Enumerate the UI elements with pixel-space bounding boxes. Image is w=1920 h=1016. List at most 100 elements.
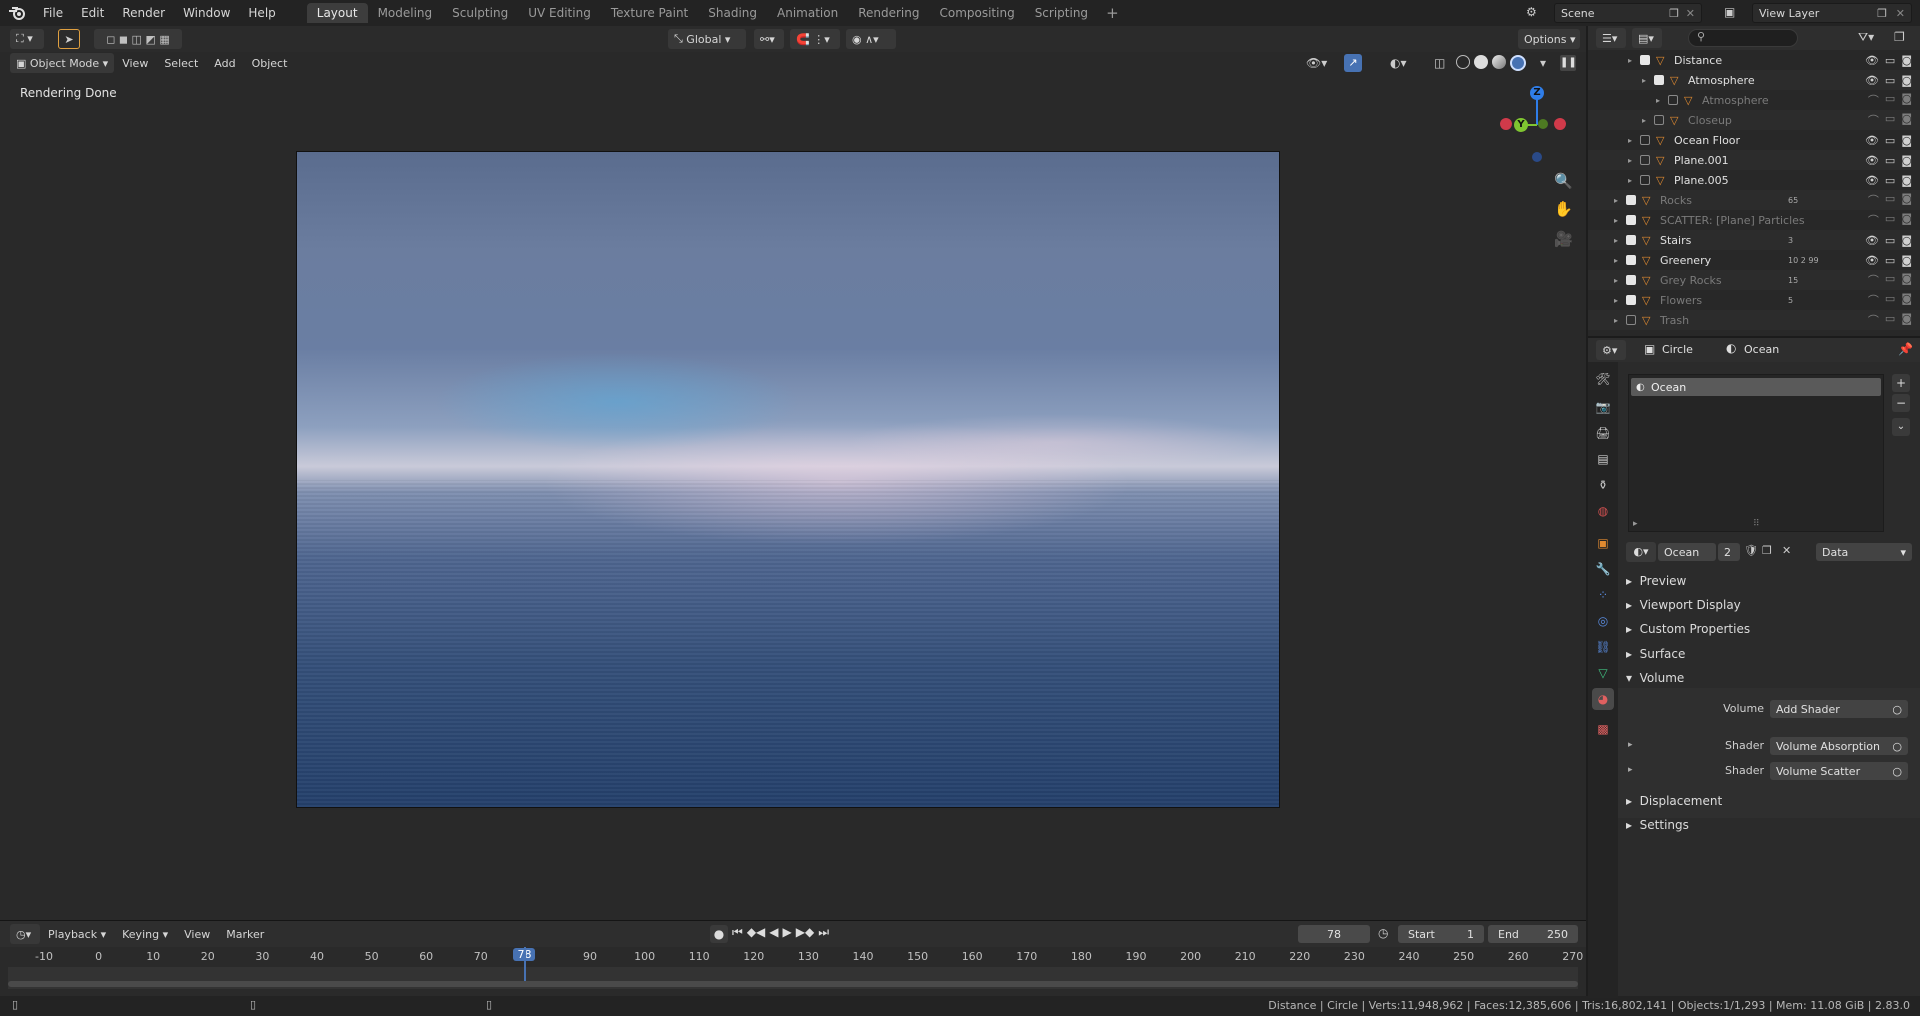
exclude-checkbox[interactable] (1640, 175, 1650, 185)
eye-icon[interactable]: 👁 (1865, 154, 1879, 167)
exclude-checkbox[interactable] (1640, 55, 1650, 65)
render-toggle-icon[interactable]: ◙ (1901, 292, 1912, 308)
pin-icon[interactable]: 📌 (1898, 342, 1913, 356)
outliner-item-name[interactable]: Rocks (1660, 194, 1692, 207)
y-axis-ball[interactable]: Y (1514, 118, 1528, 132)
filter-icon[interactable]: ⛛▾ (1858, 30, 1874, 45)
physics-tab-icon[interactable]: ◎ (1592, 610, 1614, 632)
viewport-toggle-icon[interactable]: ▭ (1885, 112, 1895, 128)
unlink-material-icon[interactable]: ✕ (1782, 544, 1791, 557)
modifier-tab-icon[interactable]: 🔧 (1592, 558, 1614, 580)
render-toggle-icon[interactable]: ◙ (1901, 134, 1912, 147)
editor-type-icon[interactable]: ⛶ ▾ (10, 29, 44, 49)
particles-tab-icon[interactable]: ⁘ (1592, 584, 1614, 606)
panel-custom-properties[interactable]: ▸ Custom Properties (1626, 622, 1750, 636)
volume-add-shader-button[interactable]: Add Shader ○ (1770, 700, 1908, 718)
menu-marker[interactable]: Marker (218, 928, 272, 941)
pause-render-icon[interactable]: ❚❚ (1560, 55, 1577, 71)
constraints-tab-icon[interactable]: ⛓ (1592, 636, 1614, 658)
menu-render[interactable]: Render (113, 6, 174, 20)
tab-layout[interactable]: Layout (306, 3, 368, 23)
eye-icon[interactable]: 👁 (1865, 134, 1879, 147)
outliner-item-name[interactable]: Atmosphere (1688, 74, 1755, 87)
outliner-item-name[interactable]: SCATTER: [Plane] Particles (1660, 214, 1805, 227)
tab-scripting[interactable]: Scripting (1025, 3, 1098, 23)
viewport-toggle-icon[interactable]: ▭ (1885, 154, 1895, 167)
expand-arrow-icon[interactable]: ▸ (1614, 256, 1618, 265)
panel-preview[interactable]: ▸ Preview (1626, 574, 1686, 588)
expand-arrow-icon[interactable]: ▸ (1628, 176, 1632, 185)
timeline-track[interactable] (8, 947, 1578, 989)
panel-displacement[interactable]: ▸ Displacement (1626, 794, 1722, 808)
shader2-field[interactable]: Volume Scatter ○ (1770, 762, 1908, 780)
play-icon[interactable]: ▶ (783, 925, 792, 943)
proportional-edit-icon[interactable]: ◉ ∧▾ (846, 29, 896, 49)
tab-uv-editing[interactable]: UV Editing (518, 3, 601, 23)
exclude-checkbox[interactable] (1626, 215, 1636, 225)
menu-playback[interactable]: Playback ▾ (40, 928, 114, 941)
tab-animation[interactable]: Animation (767, 3, 848, 23)
expand-arrow-icon[interactable]: ▸ (1628, 156, 1632, 165)
data-tab-icon[interactable]: ▽ (1592, 662, 1614, 684)
outliner-row[interactable]: ▸ ▽ Rocks 65 ⌒ ▭ ◙ (1588, 190, 1920, 210)
pan-hand-icon[interactable]: ✋ (1554, 200, 1573, 218)
render-toggle-icon[interactable]: ◙ (1901, 174, 1912, 187)
panel-volume[interactable]: ▾ Volume (1626, 671, 1684, 685)
mode-dropdown[interactable]: ▣ Object Mode ▾ (10, 53, 115, 73)
material-name-field[interactable]: Ocean (1658, 543, 1716, 561)
scene-tab-icon[interactable]: ⚱ (1592, 474, 1614, 496)
remove-slot-button[interactable]: − (1892, 394, 1910, 412)
menu-help[interactable]: Help (239, 6, 284, 20)
z-axis-ball[interactable]: Z (1530, 86, 1544, 100)
tab-compositing[interactable]: Compositing (929, 3, 1024, 23)
next-keyframe-icon[interactable]: ▶◆ (796, 925, 814, 943)
material-browse-button[interactable]: ◐▾ (1626, 542, 1656, 562)
outliner-item-name[interactable]: Distance (1674, 54, 1722, 67)
list-expand-icon[interactable]: ▸ (1633, 519, 1638, 529)
eye-icon[interactable]: ⌒ (1868, 212, 1879, 228)
fake-user-icon[interactable]: 🛡 (1744, 544, 1758, 557)
texture-tab-icon[interactable]: ▩ (1592, 718, 1614, 740)
viewport-toggle-icon[interactable]: ▭ (1885, 234, 1895, 247)
expand-arrow-icon[interactable]: ▸ (1614, 216, 1618, 225)
viewport-toggle-icon[interactable]: ▭ (1885, 54, 1895, 67)
exclude-checkbox[interactable] (1668, 95, 1678, 105)
close-icon[interactable]: ✕ (1896, 7, 1905, 20)
wireframe-shading-icon[interactable] (1456, 55, 1470, 69)
menu-add[interactable]: Add (206, 57, 243, 70)
snap-icon[interactable]: 🧲 ⋮▾ (790, 29, 840, 49)
eye-icon[interactable]: 👁 (1865, 54, 1879, 67)
timeline-ruler[interactable]: -100102030405060707890100110120130140150… (0, 947, 1586, 967)
viewport-toggle-icon[interactable]: ▭ (1885, 74, 1895, 87)
outliner-row[interactable]: ▸ ▽ Distance 👁 ▭ ◙ (1588, 50, 1920, 70)
x-axis-ball[interactable] (1554, 118, 1566, 130)
prev-keyframe-icon[interactable]: ◆◀ (747, 925, 765, 943)
render-toggle-icon[interactable]: ◙ (1901, 234, 1912, 247)
expand-arrow-icon[interactable]: ▸ (1628, 56, 1632, 65)
viewport-toggle-icon[interactable]: ▭ (1885, 292, 1895, 308)
exclude-checkbox[interactable] (1626, 235, 1636, 245)
outliner-item-name[interactable]: Stairs (1660, 234, 1691, 247)
shader2-expand-icon[interactable]: ▸ (1628, 765, 1633, 775)
menu-file[interactable]: File (34, 6, 72, 20)
record-icon[interactable]: ● (710, 925, 728, 943)
list-resize-handle[interactable]: ⠿ (1753, 519, 1760, 529)
tab-sculpting[interactable]: Sculpting (442, 3, 518, 23)
render-toggle-icon[interactable]: ◙ (1901, 312, 1912, 328)
render-toggle-icon[interactable]: ◙ (1901, 272, 1912, 288)
overlay-icon[interactable]: ◐▾ (1390, 56, 1407, 70)
x-negative-ball[interactable] (1500, 118, 1512, 130)
exclude-checkbox[interactable] (1626, 195, 1636, 205)
tab-rendering[interactable]: Rendering (848, 3, 929, 23)
exclude-checkbox[interactable] (1640, 155, 1650, 165)
outliner-item-name[interactable]: Plane.001 (1674, 154, 1729, 167)
material-slot-list[interactable]: ◐ Ocean ⠿ ▸ (1628, 374, 1884, 532)
exclude-checkbox[interactable] (1626, 295, 1636, 305)
duplicate-material-icon[interactable]: ❐ (1762, 544, 1772, 557)
outliner-item-name[interactable]: Flowers (1660, 294, 1702, 307)
exclude-checkbox[interactable] (1654, 115, 1664, 125)
camera-view-icon[interactable]: 🎥 (1554, 230, 1573, 248)
copy-icon[interactable]: ❐ (1877, 7, 1887, 20)
viewport-toggle-icon[interactable]: ▭ (1885, 92, 1895, 108)
shader1-field[interactable]: Volume Absorption ○ (1770, 737, 1908, 755)
